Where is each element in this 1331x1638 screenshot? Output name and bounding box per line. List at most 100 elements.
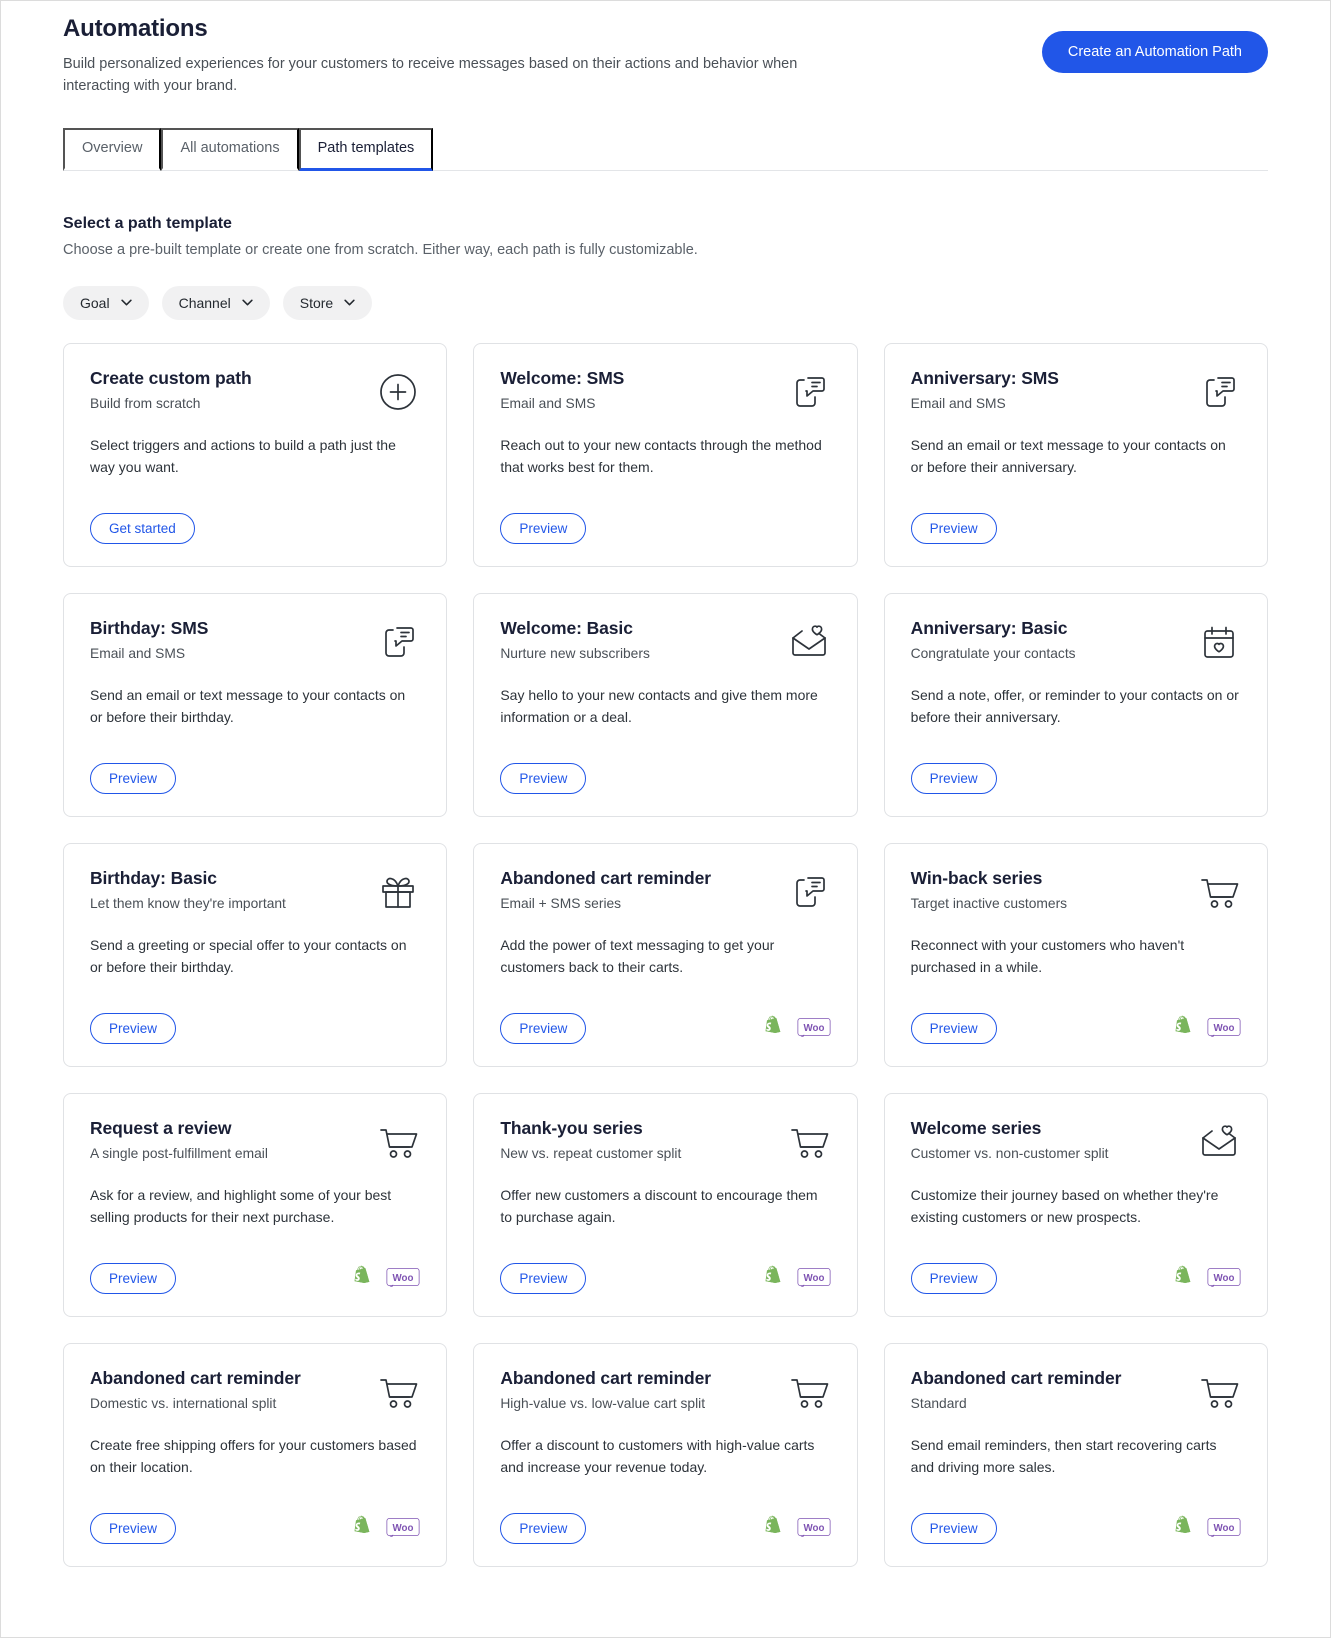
template-card[interactable]: Anniversary: Basic Congratulate your cont… xyxy=(883,592,1268,817)
preview-button[interactable]: Preview xyxy=(500,512,587,544)
card-subtitle: Let them know they're important xyxy=(90,895,286,911)
card-footer: Preview Woo xyxy=(910,1493,1241,1544)
card-subtitle: Domestic vs. international split xyxy=(90,1395,277,1411)
preview-button[interactable]: Preview xyxy=(910,1262,997,1294)
card-description: Customize their journey based on whether… xyxy=(910,1186,1219,1225)
preview-button[interactable]: Preview xyxy=(500,1512,587,1544)
card-subtitle: Email and SMS xyxy=(910,395,1006,411)
shopping-cart-icon xyxy=(376,1370,420,1414)
tab-path-templates[interactable]: Path templates xyxy=(298,127,434,171)
automations-page: Automations Build personalized experienc… xyxy=(0,0,1331,1638)
card-text: Birthday: Basic Let them know they're imp… xyxy=(90,868,286,911)
card-title: Win-back series xyxy=(910,867,1043,888)
chevron-down-icon xyxy=(344,299,355,306)
card-footer: Preview Woo xyxy=(910,993,1241,1044)
chevron-down-icon xyxy=(120,299,132,306)
card-description: Reach out to your new contacts through t… xyxy=(500,436,822,475)
preview-button[interactable]: Preview xyxy=(910,1512,997,1544)
card-footer: Preview Woo xyxy=(500,1493,831,1544)
card-title: Anniversary: SMS xyxy=(910,367,1059,388)
header-text-block: Automations Build personalized experienc… xyxy=(63,15,863,98)
tab-bar: Overview All automations Path templates xyxy=(63,127,1268,171)
card-text: Abandoned cart reminder Email + SMS serie… xyxy=(500,868,711,911)
template-card[interactable]: Create custom path Build from scratch Sele… xyxy=(63,342,448,567)
template-card[interactable]: Abandoned cart reminder Email + SMS serie… xyxy=(473,842,858,1067)
card-description: Send a greeting or special offer to your… xyxy=(90,936,407,975)
card-text: Welcome: SMS Email and SMS xyxy=(500,368,624,411)
woocommerce-badge: Woo xyxy=(1207,1517,1241,1539)
card-header: Anniversary: Basic Congratulate your cont… xyxy=(911,618,1241,664)
create-automation-path-button[interactable]: Create an Automation Path xyxy=(1041,31,1268,73)
preview-button[interactable]: Preview xyxy=(910,762,997,794)
template-card[interactable]: Abandoned cart reminder Standard Send emai… xyxy=(883,1342,1268,1567)
sms-phone-icon xyxy=(1197,370,1241,414)
filter-goal[interactable]: Goal xyxy=(63,285,149,320)
card-header: Birthday: Basic Let them know they're imp… xyxy=(90,868,420,914)
card-subtitle: High-value vs. low-value cart split xyxy=(500,1395,706,1411)
card-description: Say hello to your new contacts and give … xyxy=(500,686,818,725)
svg-text:Woo: Woo xyxy=(803,1523,824,1534)
card-description: Create free shipping offers for your cus… xyxy=(90,1436,417,1475)
card-description: Send email reminders, then start recover… xyxy=(910,1436,1217,1475)
preview-button[interactable]: Preview xyxy=(500,1012,587,1044)
store-badges: Woo xyxy=(760,1015,831,1041)
woocommerce-badge: Woo xyxy=(797,1017,831,1039)
filter-channel[interactable]: Channel xyxy=(161,285,270,320)
card-description: Offer a discount to customers with high-… xyxy=(500,1436,815,1475)
card-subtitle: Email and SMS xyxy=(90,645,186,661)
plus-circle-icon xyxy=(376,370,420,414)
template-card[interactable]: Anniversary: SMS Email and SMS Send an ema… xyxy=(883,342,1268,567)
template-card[interactable]: Abandoned cart reminder High-value vs. lo… xyxy=(473,1342,858,1567)
card-footer: Get started xyxy=(90,493,420,544)
card-footer: Preview xyxy=(910,493,1241,544)
template-card[interactable]: Thank-you series New vs. repeat customer … xyxy=(473,1092,858,1317)
preview-button[interactable]: Preview xyxy=(910,512,997,544)
preview-button[interactable]: Preview xyxy=(90,1512,177,1544)
template-card[interactable]: Win-back series Target inactive customers… xyxy=(883,842,1268,1067)
card-title: Welcome: SMS xyxy=(500,367,625,388)
preview-button[interactable]: Preview xyxy=(90,1012,177,1044)
template-card[interactable]: Birthday: Basic Let them know they're imp… xyxy=(63,842,448,1067)
card-title: Birthday: SMS xyxy=(90,617,209,638)
tab-overview[interactable]: Overview xyxy=(63,127,162,171)
envelope-heart-icon xyxy=(1197,1120,1241,1164)
store-badges: Woo xyxy=(760,1515,831,1541)
preview-button[interactable]: Preview xyxy=(90,1262,177,1294)
page-header: Automations Build personalized experienc… xyxy=(63,1,1268,98)
card-text: Anniversary: SMS Email and SMS xyxy=(911,368,1059,411)
woocommerce-badge: Woo xyxy=(797,1267,831,1289)
card-subtitle: Target inactive customers xyxy=(910,895,1068,911)
card-header: Abandoned cart reminder High-value vs. lo… xyxy=(500,1368,830,1414)
preview-button[interactable]: Preview xyxy=(500,762,587,794)
template-card[interactable]: Welcome: SMS Email and SMS Reach out to yo… xyxy=(473,342,858,567)
template-card[interactable]: Welcome: Basic Nurture new subscribers Say… xyxy=(473,592,858,817)
svg-text:Woo: Woo xyxy=(803,1273,824,1284)
preview-button[interactable]: Preview xyxy=(910,1012,997,1044)
card-header: Create custom path Build from scratch xyxy=(90,368,420,414)
get-started-button[interactable]: Get started xyxy=(90,512,195,544)
store-badges: Woo xyxy=(349,1265,420,1291)
template-card[interactable]: Birthday: SMS Email and SMS Send an email … xyxy=(63,592,448,817)
store-badges: Woo xyxy=(1170,1015,1241,1041)
shopping-cart-icon xyxy=(787,1370,831,1414)
template-card[interactable]: Welcome series Customer vs. non-customer … xyxy=(883,1092,1268,1317)
shopping-cart-icon xyxy=(376,1120,420,1164)
tab-all-automations[interactable]: All automations xyxy=(161,127,299,171)
shopify-badge xyxy=(760,1015,786,1041)
template-card[interactable]: Abandoned cart reminder Domestic vs. inte… xyxy=(63,1342,448,1567)
preview-button[interactable]: Preview xyxy=(500,1262,587,1294)
card-title: Welcome: Basic xyxy=(500,617,633,638)
template-card[interactable]: Request a review A single post-fulfillmen… xyxy=(63,1092,448,1317)
card-header: Thank-you series New vs. repeat customer … xyxy=(500,1118,830,1164)
svg-text:Woo: Woo xyxy=(1214,1023,1235,1034)
filter-store[interactable]: Store xyxy=(282,285,373,320)
card-description: Send a note, offer, or reminder to your … xyxy=(910,686,1239,725)
svg-text:Woo: Woo xyxy=(1214,1523,1235,1534)
card-subtitle: New vs. repeat customer split xyxy=(500,1145,682,1161)
preview-button[interactable]: Preview xyxy=(90,762,177,794)
card-footer: Preview xyxy=(500,493,830,544)
woocommerce-badge: Woo xyxy=(1207,1017,1241,1039)
shopify-badge xyxy=(1170,1265,1196,1291)
card-header: Abandoned cart reminder Email + SMS serie… xyxy=(500,868,830,914)
card-description: Add the power of text messaging to get y… xyxy=(500,936,775,975)
